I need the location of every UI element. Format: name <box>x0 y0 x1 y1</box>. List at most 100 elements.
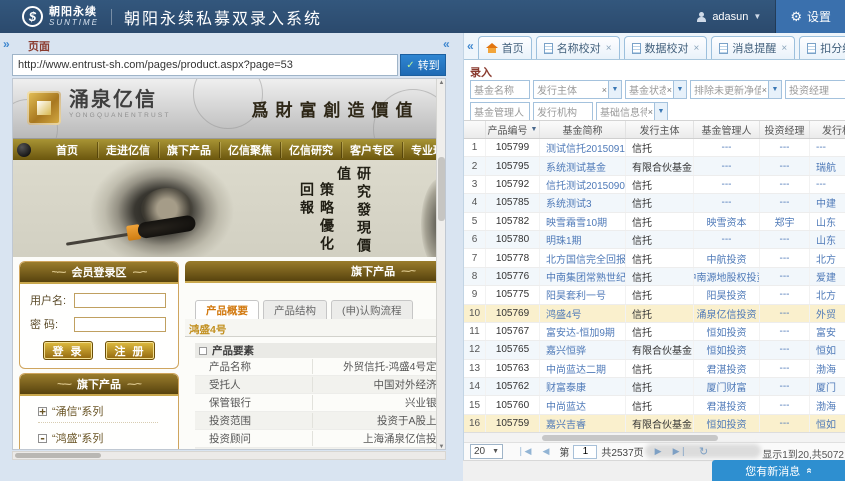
tab-close-icon[interactable]: × <box>606 43 612 54</box>
manager-link[interactable]: 君湛投资 <box>694 396 760 413</box>
pm-link[interactable]: --- <box>760 360 810 377</box>
org-link[interactable]: 外贸 <box>810 305 845 322</box>
pm-link[interactable]: --- <box>760 305 810 322</box>
table-row[interactable]: 15105760中尚蓝达信托君湛投资---渤海 <box>464 396 845 414</box>
filter-排除未更新净值基金[interactable]: 排除未更新净值基金×▼ <box>690 80 782 99</box>
pm-link[interactable]: --- <box>760 231 810 248</box>
org-link[interactable]: 富安 <box>810 323 845 340</box>
register-button[interactable]: 注 册 <box>105 341 155 360</box>
manager-link[interactable]: --- <box>694 176 760 193</box>
pm-link[interactable]: --- <box>760 176 810 193</box>
manager-link[interactable]: --- <box>694 231 760 248</box>
tree-node[interactable]: -“鸿盛”系列 <box>38 430 158 450</box>
tab-首页[interactable]: 首页 <box>478 36 532 59</box>
column-header[interactable] <box>464 121 486 138</box>
pm-link[interactable]: --- <box>760 249 810 266</box>
filter-基础信息待补[interactable]: 基础信息待补×▼ <box>596 102 668 121</box>
table-row[interactable]: 2105795系统测试基金有限合伙基金------瑞航 <box>464 157 845 175</box>
settings-button[interactable]: ⚙ 设置 <box>776 0 845 33</box>
table-row[interactable]: 1105799测试信托20150910信托--------- <box>464 139 845 157</box>
tree-node[interactable]: +“涌信”系列 <box>38 403 158 423</box>
org-link[interactable]: --- <box>810 139 845 156</box>
page-size-select[interactable]: 20▼ <box>470 444 503 459</box>
manager-link[interactable]: --- <box>694 139 760 156</box>
fund-name-link[interactable]: 富安达-恒加9期 <box>540 323 626 340</box>
fund-name-link[interactable]: 信托测试20150909 <box>540 176 626 193</box>
collapse-right-icon[interactable]: « <box>467 39 474 53</box>
tab-名称校对[interactable]: 名称校对× <box>536 36 620 59</box>
fund-name-link[interactable]: 测试信托20150910 <box>540 139 626 156</box>
clear-icon[interactable]: × <box>601 85 608 95</box>
manager-link[interactable]: 中航投资 <box>694 249 760 266</box>
site-nav-item[interactable]: 旗下产品 <box>159 142 220 158</box>
org-link[interactable]: 北方 <box>810 286 845 303</box>
first-page-icon[interactable]: ❘◀ <box>517 446 531 457</box>
pm-link[interactable]: --- <box>760 157 810 174</box>
table-row[interactable]: 4105785系统测试3信托------中建 <box>464 194 845 212</box>
scrollbar-thumb[interactable] <box>15 453 101 458</box>
table-row[interactable]: 8105776中南集团常熟世纪锦城信托中南源地股权投资---爱建 <box>464 268 845 286</box>
manager-link[interactable]: 涌泉亿信投资 <box>694 305 760 322</box>
tab-扣分绩效统计[interactable]: 扣分绩效统计× <box>799 36 845 59</box>
manager-link[interactable]: --- <box>694 194 760 211</box>
org-link[interactable]: 瑞航 <box>810 157 845 174</box>
fund-name-link[interactable]: 北方国信完全回报 <box>540 249 626 266</box>
collapse-node-icon[interactable]: - <box>38 434 47 443</box>
fund-name-link[interactable]: 阳昊套利一号 <box>540 286 626 303</box>
table-row[interactable]: 14105762财富泰康信托厦门财富---厦门 <box>464 378 845 396</box>
org-link[interactable]: 爱建 <box>810 268 845 285</box>
org-link[interactable]: 山东 <box>810 213 845 230</box>
pm-link[interactable]: --- <box>760 415 810 432</box>
checkbox-icon[interactable] <box>199 347 207 355</box>
clear-icon[interactable]: × <box>647 107 654 117</box>
page-horizontal-scrollbar[interactable] <box>12 451 446 460</box>
manager-link[interactable]: 恒如投资 <box>694 415 760 432</box>
tab-消息提醒[interactable]: 消息提醒× <box>711 36 795 59</box>
table-row[interactable]: 6105780明珠1期信托------山东 <box>464 231 845 249</box>
tab-close-icon[interactable]: × <box>781 43 787 54</box>
pm-link[interactable]: --- <box>760 341 810 358</box>
filter-发行主体[interactable]: 发行主体×▼ <box>533 80 622 99</box>
product-tab[interactable]: 产品结构 <box>263 300 327 319</box>
site-nav-item[interactable]: 走进亿信 <box>98 142 159 158</box>
manager-link[interactable]: 中南源地股权投资 <box>694 268 760 285</box>
combo-arrow-icon[interactable]: ▼ <box>654 103 667 120</box>
collapse-left-icon[interactable]: « <box>443 37 450 51</box>
org-link[interactable]: 渤海 <box>810 396 845 413</box>
org-link[interactable]: 恒如 <box>810 415 845 432</box>
fund-name-link[interactable]: 嘉兴吉睿 <box>540 415 626 432</box>
site-nav-item[interactable]: 亿信聚焦 <box>220 142 281 158</box>
scrollbar-thumb[interactable] <box>438 157 445 221</box>
fund-name-link[interactable]: 中尚蓝达二期 <box>540 360 626 377</box>
new-message-bar[interactable]: 您有新消息 « <box>712 460 845 481</box>
filter-基金管理人[interactable]: 基金管理人 <box>470 102 530 121</box>
column-header[interactable]: 基金简称 <box>540 121 626 138</box>
fund-name-link[interactable]: 财富泰康 <box>540 378 626 395</box>
manager-link[interactable]: --- <box>694 157 760 174</box>
table-row[interactable]: 12105765嘉兴恒骅有限合伙基金恒如投资---恒如 <box>464 341 845 359</box>
column-header[interactable]: 发行主体 <box>626 121 694 138</box>
column-header[interactable]: 发行机构 <box>810 121 845 138</box>
user-menu[interactable]: adasun ▼ <box>682 0 775 33</box>
org-link[interactable]: 中建 <box>810 194 845 211</box>
pm-link[interactable]: --- <box>760 268 810 285</box>
expand-node-icon[interactable]: + <box>38 407 47 416</box>
column-header[interactable]: 投资经理 <box>760 121 810 138</box>
table-row[interactable]: 7105778北方国信完全回报信托中航投资---北方 <box>464 249 845 267</box>
go-button[interactable]: ✓ 转到 <box>400 54 446 76</box>
product-tab[interactable]: (申)认购流程 <box>331 300 413 319</box>
pm-link[interactable]: --- <box>760 194 810 211</box>
org-link[interactable]: 恒如 <box>810 341 845 358</box>
manager-link[interactable]: 映雪资本 <box>694 213 760 230</box>
site-nav-item[interactable]: 客户专区 <box>342 142 403 158</box>
pm-link[interactable]: --- <box>760 396 810 413</box>
filter-基金状态[interactable]: 基金状态×▼ <box>625 80 687 99</box>
filter-发行机构[interactable]: 发行机构 <box>533 102 593 121</box>
site-vertical-scrollbar[interactable]: ▲ ▼ <box>436 79 445 450</box>
org-link[interactable]: 北方 <box>810 249 845 266</box>
pm-link[interactable]: --- <box>760 139 810 156</box>
fund-name-link[interactable]: 映雪霜雪10期 <box>540 213 626 230</box>
combo-arrow-icon[interactable]: ▼ <box>608 81 621 98</box>
table-row[interactable]: 5105782映雪霜雪10期信托映雪资本郑宇山东 <box>464 213 845 231</box>
org-link[interactable]: --- <box>810 176 845 193</box>
